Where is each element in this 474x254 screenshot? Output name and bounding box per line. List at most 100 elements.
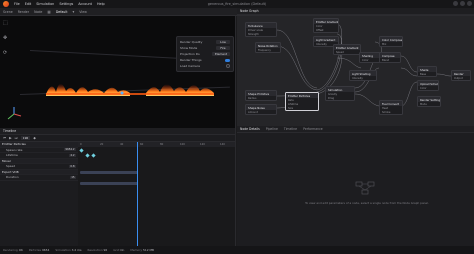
viewport-tools: ⬚ ✥ ⟳ bbox=[3, 20, 8, 56]
show-mode-select[interactable]: Fire bbox=[216, 46, 230, 50]
render-quality-label: Render Quality bbox=[180, 40, 203, 44]
tl-row-label: Duration bbox=[6, 175, 19, 180]
ruler-tick: 80 bbox=[160, 142, 164, 146]
viewport[interactable]: ⬚ ✥ ⟳ Render Quality Low Show Mode Fire bbox=[0, 16, 236, 128]
add-keyframe-icon[interactable]: ◆ bbox=[33, 136, 36, 140]
rotate-tool-icon[interactable]: ⟳ bbox=[3, 50, 8, 56]
status-value: 3.2 ms bbox=[71, 248, 82, 252]
ruler-tick: 100 bbox=[180, 142, 185, 146]
tab-timeline[interactable]: Timeline bbox=[3, 129, 16, 133]
ruler-tick: 60 bbox=[140, 142, 144, 146]
node-emitter-gradient-2[interactable]: Emitter Gradient Speed bbox=[333, 44, 361, 55]
tab-node-details[interactable]: Node Details bbox=[240, 127, 260, 131]
move-tool-icon[interactable]: ✥ bbox=[3, 35, 8, 41]
tl-row-duration[interactable]: Duration 15 bbox=[0, 175, 78, 181]
details-tabs: Node Details Pipeline Timeline Performan… bbox=[237, 126, 474, 133]
playback-controls: ⏮ ▶ ⏭ 196 ◆ bbox=[0, 135, 235, 142]
layout-preset[interactable]: Default bbox=[56, 10, 68, 14]
render-quality-select[interactable]: Low bbox=[216, 40, 230, 44]
menu-settings[interactable]: Settings bbox=[59, 2, 73, 6]
node-noise-rotation[interactable]: Noise Rotation Frequency bbox=[255, 42, 281, 53]
ruler-tick: 40 bbox=[120, 142, 124, 146]
tl-row-label: Speed bbox=[6, 164, 16, 169]
ruler-tick: 120 bbox=[200, 142, 205, 146]
toolbar-render[interactable]: Render bbox=[18, 10, 29, 14]
load-camera-row: Load Camera bbox=[180, 63, 230, 69]
playhead[interactable] bbox=[137, 142, 138, 246]
clip-bar[interactable] bbox=[80, 182, 138, 185]
close-icon[interactable] bbox=[467, 1, 472, 6]
tl-row-value[interactable]: 9654.2 bbox=[63, 148, 76, 152]
node-shading[interactable]: Shading Color bbox=[359, 52, 381, 63]
select-tool-icon[interactable]: ⬚ bbox=[3, 20, 8, 26]
maximize-icon[interactable] bbox=[460, 1, 465, 6]
tab-timeline-2[interactable]: Timeline bbox=[284, 127, 297, 131]
render-things-toggle[interactable] bbox=[225, 58, 230, 62]
play-icon[interactable]: ▶ bbox=[9, 136, 12, 140]
keyframe[interactable] bbox=[79, 147, 84, 153]
node-emitter-particles[interactable]: Emitter Particles Rate Lifetime Size bbox=[285, 92, 319, 111]
tl-row-label: Emitter Particles bbox=[2, 142, 26, 147]
tl-row-label: Mover bbox=[2, 158, 11, 163]
keyframe[interactable] bbox=[85, 153, 90, 158]
current-frame-field[interactable]: 196 bbox=[20, 136, 31, 140]
clip-bar[interactable] bbox=[80, 171, 138, 174]
tab-performance[interactable]: Performance bbox=[303, 127, 323, 131]
tl-row-label: Lifetime bbox=[6, 153, 18, 158]
menu-file[interactable]: File bbox=[14, 2, 20, 6]
node-render[interactable]: Render Output bbox=[451, 70, 471, 81]
status-value: 96 bbox=[103, 248, 108, 252]
toolbar-scene[interactable]: Scene bbox=[3, 10, 13, 14]
status-label: Grid bbox=[113, 248, 120, 252]
node-render-settings[interactable]: Render Settings Mode bbox=[417, 96, 441, 107]
projection-select[interactable]: Element bbox=[212, 52, 230, 56]
tl-row-value[interactable]: 4.2 bbox=[68, 153, 76, 157]
status-label: Simulation bbox=[55, 248, 71, 252]
timeline-track-area[interactable]: 0 20 40 60 80 100 120 140 bbox=[78, 142, 235, 246]
menu-edit[interactable]: Edit bbox=[25, 2, 32, 6]
node-shade[interactable]: Shade Base bbox=[417, 66, 437, 77]
node-shape-primitive[interactable]: Shape Primitive Radius bbox=[245, 90, 277, 101]
tab-node-graph[interactable]: Node Graph bbox=[240, 9, 259, 13]
node-light-shading[interactable]: Light Shading Intensity bbox=[349, 70, 377, 81]
timeline-tabs: Timeline bbox=[0, 128, 235, 135]
node-compose[interactable]: Compose Blend bbox=[379, 52, 401, 63]
node-color-compose[interactable]: Color Compose Mix bbox=[379, 36, 403, 47]
tl-row-value[interactable]: 15 bbox=[69, 175, 76, 179]
status-label: Memory bbox=[130, 248, 143, 252]
status-value: 512 MB bbox=[143, 248, 154, 252]
menu-simulation[interactable]: Simulation bbox=[36, 2, 54, 6]
node-graph-tabs: Node Graph bbox=[237, 8, 474, 15]
minimize-icon[interactable] bbox=[453, 1, 458, 6]
node-shape-noise[interactable]: Shape Noise Amount bbox=[245, 104, 277, 115]
node-details-panel: Node Details Pipeline Timeline Performan… bbox=[237, 126, 474, 246]
menu-help[interactable]: Help bbox=[97, 2, 105, 6]
skip-back-icon[interactable]: ⏮ bbox=[3, 136, 6, 140]
chevron-down-icon[interactable]: ▾ bbox=[72, 10, 74, 14]
node-fuel-convert[interactable]: Fuel Convert Heat Smoke bbox=[379, 100, 403, 115]
skip-forward-icon[interactable]: ⏭ bbox=[15, 136, 18, 140]
timeline-ruler[interactable]: 0 20 40 60 80 100 120 140 bbox=[78, 142, 235, 147]
node-graph-canvas[interactable]: Turbulence Driver scale Strength Noise Rot… bbox=[237, 16, 474, 126]
node-emitter-gradient[interactable]: Emitter Gradient Color Offset bbox=[313, 18, 339, 33]
status-label: Resolution bbox=[87, 248, 103, 252]
ruler-tick: 20 bbox=[100, 142, 104, 146]
layout-icon[interactable]: ▦ bbox=[47, 10, 50, 14]
menu-account[interactable]: Account bbox=[78, 2, 92, 6]
render-things-label: Render Things bbox=[180, 58, 202, 62]
toolbar-node[interactable]: Node bbox=[34, 10, 42, 14]
keyframe[interactable] bbox=[91, 153, 96, 158]
node-turbulence[interactable]: Turbulence Driver scale Strength bbox=[245, 22, 277, 37]
node-simulation[interactable]: Simulation Gravity Drag bbox=[325, 86, 355, 101]
menu-bar: File Edit Simulation Settings Account He… bbox=[0, 0, 474, 8]
nodes-placeholder-icon bbox=[355, 181, 375, 195]
window-controls bbox=[453, 1, 472, 6]
tab-pipeline[interactable]: Pipeline bbox=[266, 127, 278, 131]
view-menu[interactable]: View bbox=[79, 10, 87, 14]
load-camera-radio[interactable] bbox=[226, 64, 230, 68]
timeline-panel: Timeline ⏮ ▶ ⏭ 196 ◆ Emitter Particles S… bbox=[0, 128, 236, 246]
node-upload-scheme[interactable]: Upload SchemeColor bbox=[417, 80, 439, 91]
show-mode-label: Show Mode bbox=[180, 46, 198, 50]
emitter-point[interactable] bbox=[120, 91, 124, 95]
tl-row-value[interactable]: 0.8 bbox=[68, 164, 76, 168]
